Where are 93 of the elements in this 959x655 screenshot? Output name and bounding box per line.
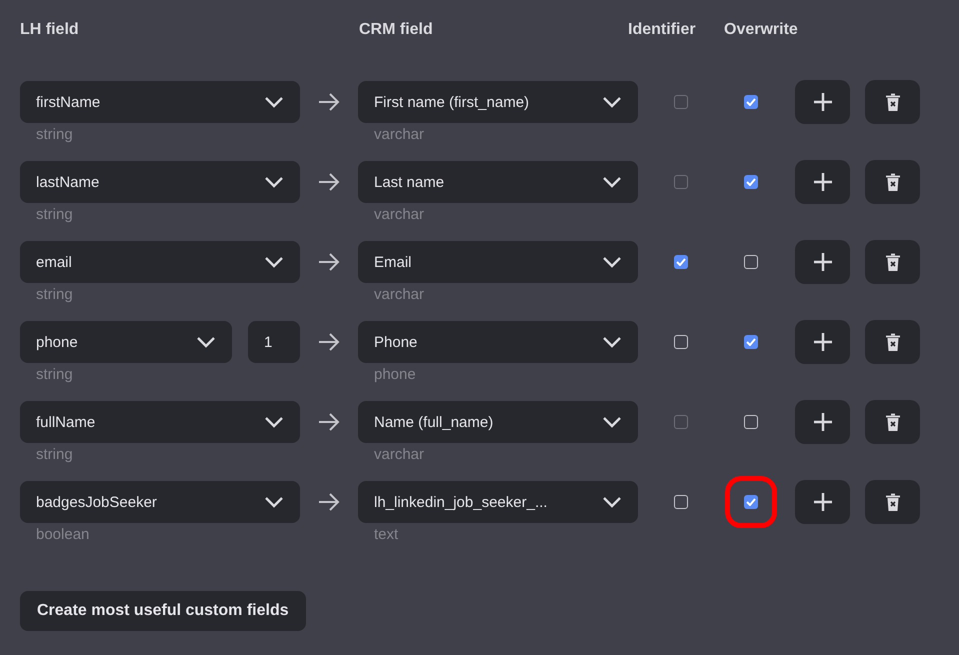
arrow-right-icon [318,493,340,511]
delete-button[interactable] [865,240,920,284]
trash-icon [884,492,900,512]
lh-field-select[interactable]: lastName [20,161,300,203]
crm-field-select[interactable]: First name (first_name) [358,81,638,123]
checkbox[interactable] [674,495,688,509]
field-type: phone [374,366,417,383]
lh-field-select[interactable]: phone [20,321,232,363]
field-type: string [36,206,74,223]
field-type: varchar [374,206,426,223]
crm-field-select[interactable]: Email [358,241,638,283]
add-button[interactable] [795,480,850,524]
select-value: badgesJobSeeker [36,494,157,510]
crm-field-select[interactable]: Last name [358,161,638,203]
column-header: Identifier [628,20,697,40]
select-value: Phone [374,334,418,350]
chevron-icon [602,336,622,348]
field-type: boolean [36,526,90,543]
select-value: lastName [36,174,100,190]
select-value: fullName [36,414,96,430]
arrow-right-icon [318,93,340,111]
chevron-icon [264,496,284,508]
plus-icon [812,172,832,192]
chevron-icon [602,496,622,508]
plus-icon [812,252,832,272]
chevron-icon [602,256,622,268]
trash-icon [884,412,900,432]
delete-button[interactable] [865,400,920,444]
delete-button[interactable] [865,160,920,204]
select-value: email [36,254,72,270]
arrow-right-icon [318,253,340,271]
chevron-icon [602,96,622,108]
add-button[interactable] [795,240,850,284]
checkbox[interactable] [674,335,688,349]
add-button[interactable] [795,400,850,444]
column-header: Overwrite [724,20,798,40]
delete-button[interactable] [865,320,920,364]
checkbox[interactable] [674,255,688,269]
field-type: string [36,446,74,463]
chevron-icon [196,336,216,348]
plus-icon [812,92,832,112]
trash-icon [884,92,900,112]
delete-button[interactable] [865,80,920,124]
checkbox[interactable] [744,255,758,269]
lh-field-select[interactable]: badgesJobSeeker [20,481,300,523]
select-value: Last name [374,174,444,190]
trash-icon [884,172,900,192]
checkbox[interactable] [744,175,758,189]
arrow-right-icon [318,333,340,351]
chevron-icon [264,176,284,188]
field-type: string [36,126,74,143]
checkbox[interactable] [744,95,758,109]
chevron-icon [264,416,284,428]
chevron-icon [602,416,622,428]
select-value: phone [36,334,78,350]
chevron-icon [264,96,284,108]
delete-button[interactable] [865,480,920,524]
plus-icon [812,332,832,352]
field-type: string [36,366,74,383]
column-header: CRM field [359,20,434,40]
add-button[interactable] [795,160,850,204]
arrow-right-icon [318,413,340,431]
select-value: First name (first_name) [374,94,530,110]
crm-field-select[interactable]: Name (full_name) [358,401,638,443]
select-value: Name (full_name) [374,414,494,430]
plus-icon [812,412,832,432]
select-value: firstName [36,94,100,110]
chevron-icon [602,176,622,188]
field-type: varchar [374,126,426,143]
index-field[interactable]: 1 [248,321,300,363]
trash-icon [884,332,900,352]
lh-field-select[interactable]: email [20,241,300,283]
lh-field-select[interactable]: firstName [20,81,300,123]
field-type: varchar [374,286,426,303]
checkbox[interactable] [744,415,758,429]
trash-icon [884,252,900,272]
checkbox[interactable] [744,495,758,509]
field-type: text [374,526,400,543]
add-button[interactable] [795,80,850,124]
crm-field-select[interactable]: Phone [358,321,638,363]
create-fields-button[interactable]: Create most useful custom fields [20,591,306,631]
checkbox[interactable] [744,335,758,349]
field-type: varchar [374,446,426,463]
lh-field-select[interactable]: fullName [20,401,300,443]
chevron-icon [264,256,284,268]
field-type: string [36,286,74,303]
column-header: LH field [20,20,80,40]
plus-icon [812,492,832,512]
crm-field-select[interactable]: lh_linkedin_job_seeker_... [358,481,638,523]
select-value: lh_linkedin_job_seeker_... [374,494,548,510]
select-value: Email [374,254,412,270]
arrow-right-icon [318,173,340,191]
add-button[interactable] [795,320,850,364]
